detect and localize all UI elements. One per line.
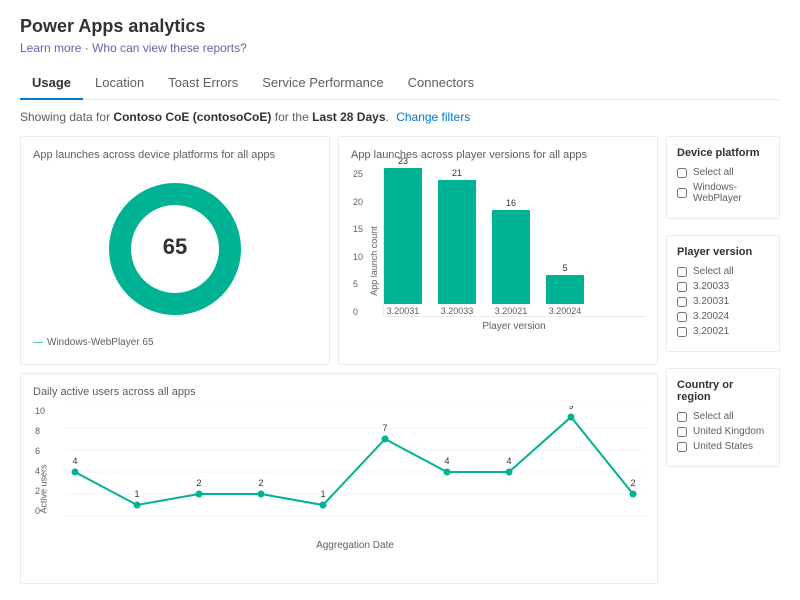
player-version-filter: Player version Select all 3.20033 3.2003… <box>666 235 780 352</box>
line-chart-card: Daily active users across all apps 10 8 … <box>20 373 658 584</box>
svg-text:2: 2 <box>630 478 635 488</box>
country-select-all-checkbox[interactable] <box>677 412 687 422</box>
bar-2 <box>438 180 476 304</box>
device-platform-select-all[interactable]: Select all <box>677 167 769 178</box>
line-point-7 <box>444 469 451 476</box>
svg-text:4: 4 <box>72 456 77 466</box>
page-subtitle: Learn more · Who can view these reports? <box>20 41 780 55</box>
top-charts-row: App launches across device platforms for… <box>20 136 658 365</box>
dashboard: App launches across device platforms for… <box>20 136 780 584</box>
country-us[interactable]: United States <box>677 441 769 452</box>
device-platform-select-all-checkbox[interactable] <box>677 168 687 178</box>
line-chart-container: 10 8 6 4 2 0 Active users <box>33 406 645 571</box>
bar-chart-card: App launches across player versions for … <box>338 136 658 365</box>
player-version-20021[interactable]: 3.20021 <box>677 326 769 337</box>
bar-group-3: 16 3.20021 <box>492 198 530 316</box>
tab-bar: Usage Location Toast Errors Service Perf… <box>20 67 780 100</box>
who-can-view-link[interactable]: Who can view these reports? <box>92 41 247 55</box>
bar-x-label: Player version <box>383 321 645 332</box>
player-version-20031[interactable]: 3.20031 <box>677 296 769 307</box>
filter-period: Last 28 Days <box>312 110 385 124</box>
tab-location[interactable]: Location <box>83 67 156 100</box>
country-uk[interactable]: United Kingdom <box>677 426 769 437</box>
line-x-label: Aggregation Date <box>65 540 645 551</box>
svg-text:1: 1 <box>320 489 325 499</box>
svg-text:9: 9 <box>568 406 573 411</box>
device-platform-select-all-label: Select all <box>693 167 734 178</box>
sidebar: Device platform Select all Windows-WebPl… <box>666 136 780 584</box>
line-point-10 <box>630 491 637 498</box>
line-point-1 <box>72 469 79 476</box>
tab-usage[interactable]: Usage <box>20 67 83 100</box>
country-region-filter: Country or region Select all United King… <box>666 368 780 467</box>
line-point-3 <box>196 491 203 498</box>
player-version-20024-checkbox[interactable] <box>677 312 687 322</box>
donut-container: 65 <box>33 169 317 329</box>
learn-more-link[interactable]: Learn more <box>20 41 81 55</box>
player-version-20033[interactable]: 3.20033 <box>677 281 769 292</box>
change-filters-link[interactable]: Change filters <box>396 110 470 124</box>
line-point-5 <box>320 502 327 509</box>
filter-org: Contoso CoE (contosoCoE) <box>113 110 271 124</box>
bar-group-1: 23 3.20031 <box>384 156 422 316</box>
svg-text:4: 4 <box>506 456 511 466</box>
line-point-6 <box>382 436 389 443</box>
line-point-2 <box>134 502 141 509</box>
donut-value: 65 <box>163 234 187 259</box>
country-uk-checkbox[interactable] <box>677 427 687 437</box>
player-version-20031-checkbox[interactable] <box>677 297 687 307</box>
donut-legend: Windows-WebPlayer 65 <box>33 337 317 348</box>
player-version-select-all[interactable]: Select all <box>677 266 769 277</box>
bar-group-4: 5 3.20024 <box>546 263 584 316</box>
line-chart-svg: 4 1 2 2 1 7 4 4 9 2 03/05/2020 03/06/202… <box>65 406 645 521</box>
device-platform-windows-checkbox[interactable] <box>677 188 687 198</box>
device-platform-title: Device platform <box>677 147 769 159</box>
bar-group-2: 21 3.20033 <box>438 168 476 316</box>
device-platform-filter: Device platform Select all Windows-WebPl… <box>666 136 780 219</box>
player-version-20021-checkbox[interactable] <box>677 327 687 337</box>
tab-service-performance[interactable]: Service Performance <box>250 67 395 100</box>
device-platform-windows[interactable]: Windows-WebPlayer <box>677 182 769 204</box>
line-point-4 <box>258 491 265 498</box>
charts-area: App launches across device platforms for… <box>20 136 658 584</box>
donut-chart-title: App launches across device platforms for… <box>33 149 317 161</box>
svg-text:4: 4 <box>444 456 449 466</box>
line-chart-title: Daily active users across all apps <box>33 386 645 398</box>
player-version-20033-checkbox[interactable] <box>677 282 687 292</box>
tab-connectors[interactable]: Connectors <box>396 67 486 100</box>
line-y-label: Active users <box>39 464 49 513</box>
player-version-title: Player version <box>677 246 769 258</box>
line-point-9 <box>568 414 575 421</box>
country-region-title: Country or region <box>677 379 769 403</box>
player-version-20024[interactable]: 3.20024 <box>677 311 769 322</box>
svg-text:2: 2 <box>258 478 263 488</box>
bar-1 <box>384 168 422 304</box>
subtitle-sep: · <box>85 41 92 55</box>
svg-text:7: 7 <box>382 423 387 433</box>
device-platform-windows-label: Windows-WebPlayer <box>693 182 769 204</box>
bar-y-label: App launch count <box>369 226 379 296</box>
filter-bar: Showing data for Contoso CoE (contosoCoE… <box>20 110 780 124</box>
bar-4 <box>546 275 584 304</box>
page-title: Power Apps analytics <box>20 16 780 37</box>
country-us-checkbox[interactable] <box>677 442 687 452</box>
country-select-all[interactable]: Select all <box>677 411 769 422</box>
line-point-8 <box>506 469 513 476</box>
svg-text:2: 2 <box>196 478 201 488</box>
donut-chart-card: App launches across device platforms for… <box>20 136 330 365</box>
tab-toast-errors[interactable]: Toast Errors <box>156 67 250 100</box>
donut-svg: 65 <box>105 179 245 319</box>
svg-text:1: 1 <box>134 489 139 499</box>
player-version-select-all-checkbox[interactable] <box>677 267 687 277</box>
bar-3 <box>492 210 530 304</box>
